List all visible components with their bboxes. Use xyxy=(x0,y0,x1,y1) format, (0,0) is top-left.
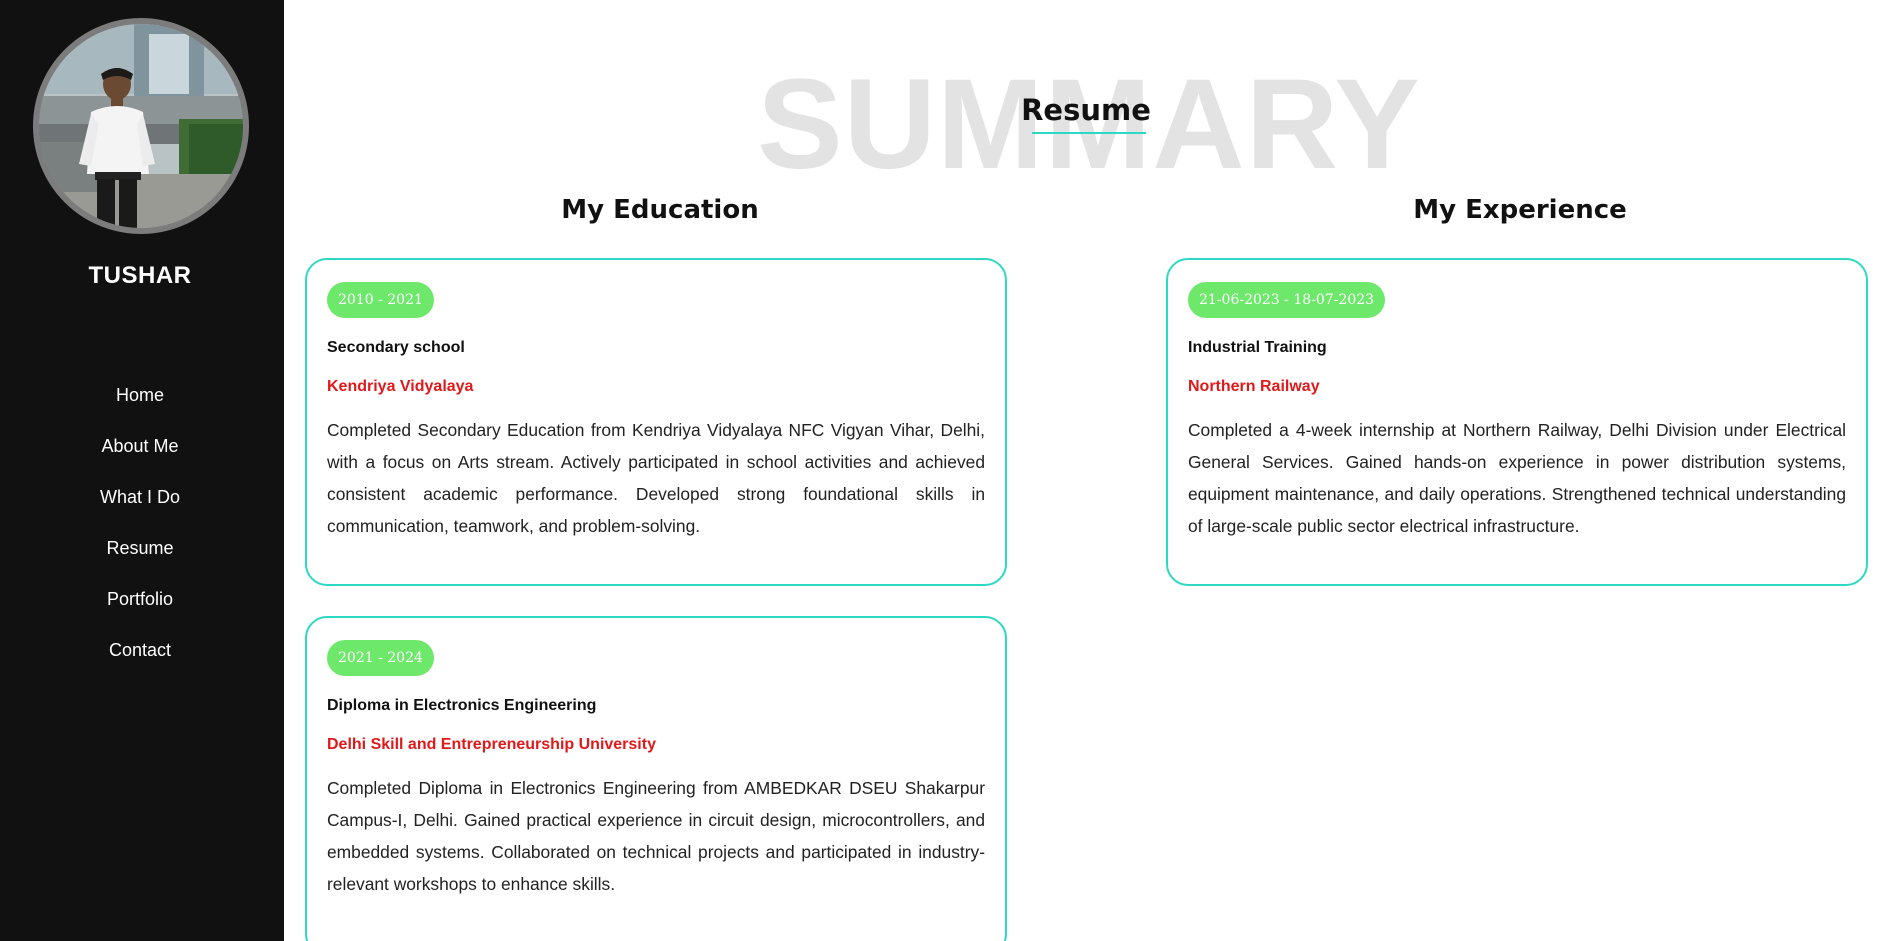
section-title: Resume xyxy=(1021,93,1151,127)
nav-item-home[interactable]: Home xyxy=(0,383,280,434)
nav-item-about-me[interactable]: About Me xyxy=(0,434,280,485)
nav-item-contact[interactable]: Contact xyxy=(0,638,280,689)
education-card: 2010 - 2021 Secondary school Kendriya Vi… xyxy=(305,258,1007,586)
date-badge: 2021 - 2024 xyxy=(327,640,434,676)
nav-item-portfolio[interactable]: Portfolio xyxy=(0,587,280,638)
nav-item-what-i-do[interactable]: What I Do xyxy=(0,485,280,536)
sidebar-nav: Home About Me What I Do Resume Portfolio… xyxy=(0,383,280,689)
experience-description: Completed a 4-week internship at Norther… xyxy=(1188,420,1846,536)
sidebar: TUSHAR Home About Me What I Do Resume Po… xyxy=(0,0,284,941)
education-title: Secondary school xyxy=(327,339,465,356)
avatar xyxy=(33,18,249,234)
education-heading: My Education xyxy=(561,195,759,225)
date-badge: 21-06-2023 - 18-07-2023 xyxy=(1188,282,1386,318)
experience-heading: My Experience xyxy=(1413,195,1627,225)
education-card: 2021 - 2024 Diploma in Electronics Engin… xyxy=(305,616,1007,941)
nav-item-resume[interactable]: Resume xyxy=(0,536,280,587)
date-badge: 2010 - 2021 xyxy=(327,282,434,318)
experience-card: 21-06-2023 - 18-07-2023 Industrial Train… xyxy=(1166,258,1868,586)
education-description: Completed Diploma in Electronics Enginee… xyxy=(327,778,985,894)
education-institution: Kendriya Vidyalaya xyxy=(327,378,474,395)
experience-organization: Northern Railway xyxy=(1188,378,1320,395)
education-description: Completed Secondary Education from Kendr… xyxy=(327,420,985,536)
education-institution: Delhi Skill and Entrepreneurship Univers… xyxy=(327,736,656,753)
profile-name: TUSHAR xyxy=(88,262,192,289)
education-title: Diploma in Electronics Engineering xyxy=(327,697,597,714)
experience-title: Industrial Training xyxy=(1188,339,1327,356)
profile-photo xyxy=(39,24,243,228)
section-title-underline xyxy=(1032,132,1146,134)
